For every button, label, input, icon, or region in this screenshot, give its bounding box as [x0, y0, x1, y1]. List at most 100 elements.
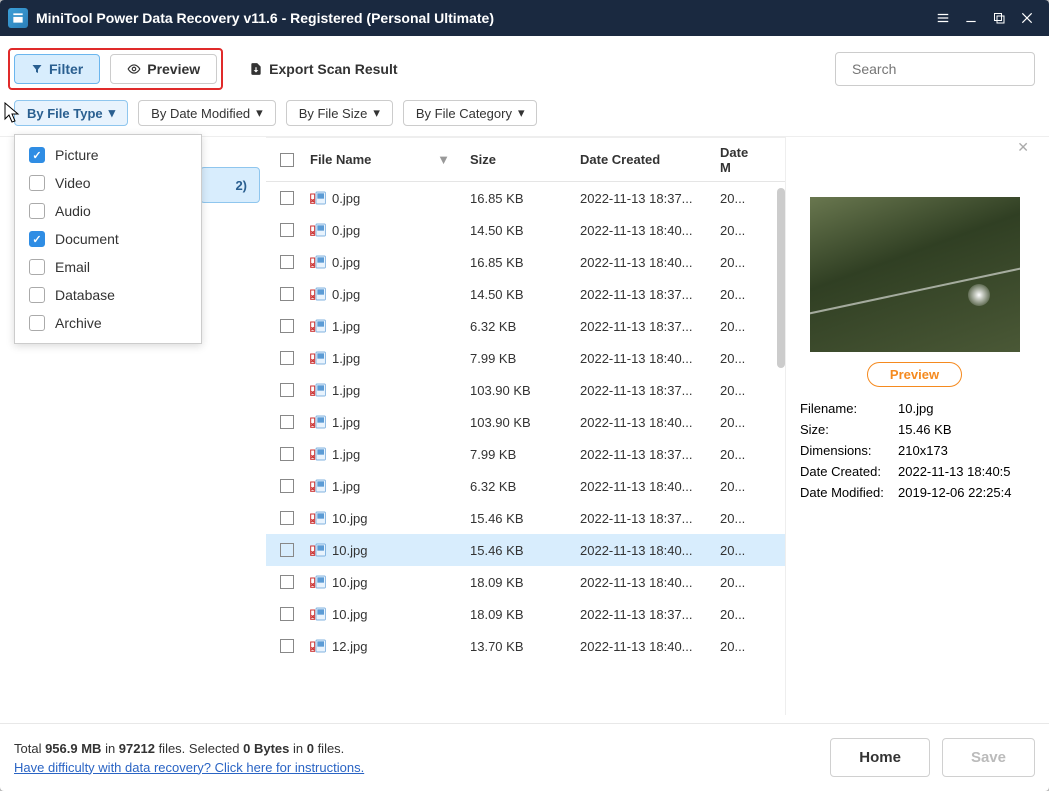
file-name: 0.jpg	[332, 255, 360, 270]
type-option[interactable]: Email	[15, 253, 201, 281]
tab-count[interactable]: 2)	[200, 167, 260, 203]
checkbox-icon[interactable]	[29, 287, 45, 303]
meta-dim-k: Dimensions:	[800, 443, 898, 458]
meta-size-v: 15.46 KB	[898, 422, 952, 437]
minimize-icon[interactable]	[957, 4, 985, 32]
file-created: 2022-11-13 18:40...	[576, 223, 716, 238]
row-checkbox[interactable]	[280, 255, 294, 269]
search-input[interactable]	[852, 61, 1033, 77]
col-size[interactable]: Size	[466, 152, 576, 167]
row-checkbox[interactable]	[280, 319, 294, 333]
preview-label: Preview	[147, 61, 200, 77]
file-size: 15.46 KB	[466, 543, 576, 558]
row-checkbox[interactable]	[280, 639, 294, 653]
file-name: 1.jpg	[332, 415, 360, 430]
help-link[interactable]: Have difficulty with data recovery? Clic…	[14, 760, 364, 775]
file-created: 2022-11-13 18:40...	[576, 479, 716, 494]
table-row[interactable]: 10.jpg 15.46 KB 2022-11-13 18:37... 20..…	[266, 502, 785, 534]
file-modified: 20...	[716, 639, 764, 654]
row-checkbox[interactable]	[280, 191, 294, 205]
row-checkbox[interactable]	[280, 287, 294, 301]
table-row[interactable]: 1.jpg 6.32 KB 2022-11-13 18:40... 20...	[266, 470, 785, 502]
file-size: 7.99 KB	[466, 447, 576, 462]
table-row[interactable]: 0.jpg 16.85 KB 2022-11-13 18:40... 20...	[266, 246, 785, 278]
row-checkbox[interactable]	[280, 415, 294, 429]
table-row[interactable]: 10.jpg 18.09 KB 2022-11-13 18:40... 20..…	[266, 566, 785, 598]
close-icon[interactable]	[1013, 4, 1041, 32]
export-button[interactable]: Export Scan Result	[233, 55, 413, 83]
table-row[interactable]: 12.jpg 13.70 KB 2022-11-13 18:40... 20..…	[266, 630, 785, 662]
type-option[interactable]: Picture	[15, 141, 201, 169]
file-size: 103.90 KB	[466, 415, 576, 430]
sort-arrow-icon[interactable]: ▼	[437, 152, 450, 167]
row-checkbox[interactable]	[280, 543, 294, 557]
table-row[interactable]: 10.jpg 15.46 KB 2022-11-13 18:40... 20..…	[266, 534, 785, 566]
table-row[interactable]: 10.jpg 18.09 KB 2022-11-13 18:37... 20..…	[266, 598, 785, 630]
file-created: 2022-11-13 18:37...	[576, 191, 716, 206]
type-option[interactable]: Database	[15, 281, 201, 309]
row-checkbox[interactable]	[280, 447, 294, 461]
row-checkbox[interactable]	[280, 575, 294, 589]
filter-by-type[interactable]: By File Type▾	[14, 100, 128, 126]
home-button[interactable]: Home	[830, 738, 930, 777]
file-name: 12.jpg	[332, 639, 367, 654]
checkbox-icon[interactable]	[29, 175, 45, 191]
table-row[interactable]: 1.jpg 7.99 KB 2022-11-13 18:40... 20...	[266, 342, 785, 374]
row-checkbox[interactable]	[280, 479, 294, 493]
file-size: 6.32 KB	[466, 319, 576, 334]
checkbox-icon[interactable]	[29, 147, 45, 163]
col-created[interactable]: Date Created	[576, 152, 716, 167]
type-option[interactable]: Archive	[15, 309, 201, 337]
maximize-icon[interactable]	[985, 4, 1013, 32]
type-option-label: Email	[55, 259, 90, 275]
preview-button[interactable]: Preview	[110, 54, 217, 84]
titlebar: MiniTool Power Data Recovery v11.6 - Reg…	[0, 0, 1049, 36]
file-created: 2022-11-13 18:40...	[576, 255, 716, 270]
checkbox-icon[interactable]	[29, 315, 45, 331]
type-option[interactable]: Video	[15, 169, 201, 197]
filter-by-date[interactable]: By Date Modified▾	[138, 100, 276, 126]
meta-filename-v: 10.jpg	[898, 401, 933, 416]
file-size: 6.32 KB	[466, 479, 576, 494]
file-icon	[310, 223, 326, 237]
row-checkbox[interactable]	[280, 351, 294, 365]
file-name: 1.jpg	[332, 319, 360, 334]
file-size: 15.46 KB	[466, 511, 576, 526]
checkbox-icon[interactable]	[29, 259, 45, 275]
file-created: 2022-11-13 18:37...	[576, 319, 716, 334]
file-modified: 20...	[716, 543, 764, 558]
table-row[interactable]: 0.jpg 16.85 KB 2022-11-13 18:37... 20...	[266, 182, 785, 214]
select-all-checkbox[interactable]	[280, 153, 294, 167]
row-checkbox[interactable]	[280, 383, 294, 397]
row-checkbox[interactable]	[280, 223, 294, 237]
filter-by-category[interactable]: By File Category▾	[403, 100, 538, 126]
checkbox-icon[interactable]	[29, 231, 45, 247]
close-preview-icon[interactable]: ✕	[1017, 139, 1029, 156]
col-filename[interactable]: File Name	[310, 152, 371, 167]
file-modified: 20...	[716, 511, 764, 526]
save-button[interactable]: Save	[942, 738, 1035, 777]
filter-button[interactable]: Filter	[14, 54, 100, 84]
type-option[interactable]: Audio	[15, 197, 201, 225]
row-checkbox[interactable]	[280, 607, 294, 621]
search-box[interactable]	[835, 52, 1035, 86]
table-row[interactable]: 0.jpg 14.50 KB 2022-11-13 18:37... 20...	[266, 278, 785, 310]
file-created: 2022-11-13 18:40...	[576, 543, 716, 558]
table-row[interactable]: 0.jpg 14.50 KB 2022-11-13 18:40... 20...	[266, 214, 785, 246]
open-preview-button[interactable]: Preview	[867, 362, 962, 387]
file-created: 2022-11-13 18:37...	[576, 447, 716, 462]
file-icon	[310, 351, 326, 365]
table-row[interactable]: 1.jpg 7.99 KB 2022-11-13 18:37... 20...	[266, 438, 785, 470]
filter-by-size[interactable]: By File Size▾	[286, 100, 393, 126]
table-row[interactable]: 1.jpg 103.90 KB 2022-11-13 18:37... 20..…	[266, 374, 785, 406]
file-modified: 20...	[716, 415, 764, 430]
file-name: 10.jpg	[332, 607, 367, 622]
col-modified[interactable]: Date M	[716, 145, 764, 175]
menu-icon[interactable]	[929, 4, 957, 32]
checkbox-icon[interactable]	[29, 203, 45, 219]
table-row[interactable]: 1.jpg 6.32 KB 2022-11-13 18:37... 20...	[266, 310, 785, 342]
table-body: 0.jpg 16.85 KB 2022-11-13 18:37... 20...…	[266, 182, 785, 715]
row-checkbox[interactable]	[280, 511, 294, 525]
table-row[interactable]: 1.jpg 103.90 KB 2022-11-13 18:40... 20..…	[266, 406, 785, 438]
type-option[interactable]: Document	[15, 225, 201, 253]
